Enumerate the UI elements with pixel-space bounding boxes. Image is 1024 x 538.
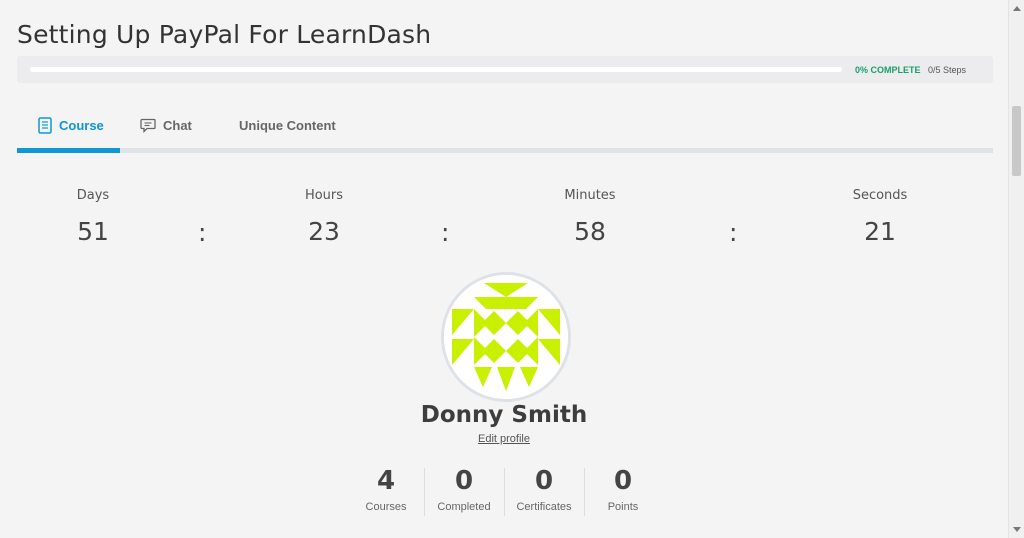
tab-label: Chat	[163, 118, 192, 133]
progress-bar	[30, 67, 842, 72]
countdown-label: Hours	[304, 188, 344, 203]
progress-percent: 0% COMPLETE	[855, 65, 921, 75]
tabs-divider	[17, 148, 993, 153]
course-tabs: Course Chat Unique Content	[17, 103, 993, 153]
stat-divider	[424, 468, 425, 516]
avatar	[441, 272, 571, 402]
page-scrollbar[interactable]	[1008, 0, 1024, 538]
stat-value: 0	[613, 466, 633, 496]
page-title: Setting Up PayPal For LearnDash	[17, 20, 432, 49]
tab-label: Course	[59, 118, 104, 133]
countdown-seconds: Seconds 21	[840, 188, 920, 246]
scroll-down-arrow-icon[interactable]	[1013, 527, 1021, 532]
stat-label: Completed	[437, 501, 491, 513]
countdown-separator: :	[729, 218, 738, 247]
countdown-value: 58	[574, 217, 606, 246]
countdown-minutes: Minutes 58	[550, 188, 630, 246]
chat-bubble-icon	[140, 118, 156, 133]
tab-course[interactable]: Course	[38, 103, 104, 148]
tab-label: Unique Content	[239, 118, 336, 133]
edit-profile-link[interactable]: Edit profile	[0, 433, 1008, 445]
stat-points: 0 Points	[592, 466, 654, 513]
stat-label: Certificates	[516, 501, 572, 513]
stat-value: 0	[534, 466, 554, 496]
countdown-label: Minutes	[564, 188, 616, 203]
course-progress: 0% COMPLETE 0/5 Steps	[17, 56, 993, 83]
scrollbar-thumb[interactable]	[1012, 106, 1021, 176]
tab-chat[interactable]: Chat	[140, 103, 192, 148]
countdown-label: Days	[76, 188, 110, 203]
stat-certificates: 0 Certificates	[508, 466, 580, 513]
countdown-separator: :	[441, 218, 450, 247]
countdown-separator: :	[198, 218, 207, 247]
stat-completed: 0 Completed	[429, 466, 499, 513]
stat-label: Points	[607, 501, 639, 513]
user-name: Donny Smith	[420, 402, 588, 428]
identicon-avatar	[444, 275, 568, 399]
scroll-up-arrow-icon[interactable]	[1013, 6, 1021, 11]
course-page: Setting Up PayPal For LearnDash 0% COMPL…	[0, 0, 1008, 538]
tab-unique-content[interactable]: Unique Content	[239, 103, 336, 148]
progress-steps: 0/5 Steps	[928, 65, 967, 75]
countdown-label: Seconds	[852, 188, 908, 203]
countdown-hours: Hours 23	[284, 188, 364, 246]
countdown-value: 21	[864, 217, 896, 246]
countdown-days: Days 51	[53, 188, 133, 246]
countdown-value: 23	[308, 217, 340, 246]
stat-value: 0	[454, 466, 474, 496]
stat-courses: 4 Courses	[356, 466, 416, 513]
stat-divider	[504, 468, 505, 516]
stat-divider	[584, 468, 585, 516]
stat-value: 4	[376, 466, 396, 496]
stat-label: Courses	[365, 501, 407, 513]
active-tab-indicator	[17, 148, 120, 153]
document-icon	[38, 117, 52, 134]
countdown-value: 51	[77, 217, 109, 246]
